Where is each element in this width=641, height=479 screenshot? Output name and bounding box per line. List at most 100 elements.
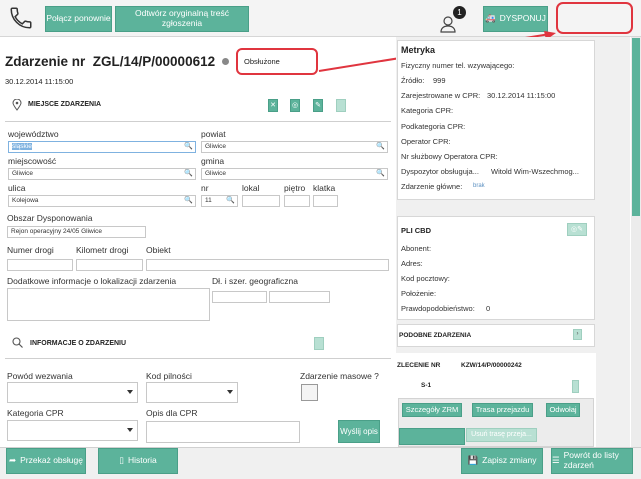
remove-route-button[interactable]: Usuń trasę przeja... — [466, 428, 537, 442]
operator-number-info: Nr służbowy Operatora CPR: — [401, 152, 498, 161]
extra-location-button[interactable] — [336, 99, 346, 112]
back-to-list-button[interactable]: ☰ Powrót do listy zdarzeń — [551, 448, 633, 474]
save-icon: 💾 — [467, 455, 479, 466]
annotation-box — [556, 2, 633, 34]
search-icon: 🔍 — [226, 197, 235, 204]
locate-button[interactable]: ◎ — [290, 99, 300, 112]
number-field[interactable]: 11 🔍 — [201, 195, 238, 207]
county-label: powiat — [201, 129, 226, 139]
status-badge: Obsłużone — [244, 57, 280, 66]
scrollbar-thumb[interactable] — [632, 38, 640, 216]
urgency-select[interactable] — [146, 382, 238, 403]
cpr-operator-info: Operator CPR: — [401, 137, 451, 146]
voivodeship-label: województwo — [8, 129, 59, 139]
road-number-label: Numer drogi — [7, 245, 54, 255]
expand-similar-button[interactable]: › — [573, 329, 582, 340]
pli-locate-button[interactable]: ◎✎ — [567, 223, 587, 236]
cpr-description-field[interactable] — [146, 421, 300, 443]
handover-button[interactable]: ➦ Przekaż obsługę — [6, 448, 86, 474]
staircase-field[interactable] — [313, 195, 338, 207]
divider — [5, 358, 391, 359]
town-value: Gliwice — [12, 170, 33, 177]
cpr-description-label: Opis dla CPR — [146, 408, 198, 418]
street-label: ulica — [8, 183, 26, 193]
chevron-down-icon — [127, 428, 133, 432]
cancel-order-button[interactable]: Odwołaj — [546, 403, 580, 417]
latitude-field[interactable] — [212, 291, 267, 303]
edit-location-button[interactable]: ✎ — [313, 99, 323, 112]
history-label: Historia — [127, 455, 157, 466]
commune-value: Gliwice — [205, 170, 226, 177]
metrics-title: Metryka — [401, 45, 436, 55]
commune-field[interactable]: Gliwice 🔍 — [201, 168, 388, 180]
phone-icon[interactable] — [8, 5, 34, 31]
main-event-link[interactable]: brak — [473, 183, 485, 189]
send-description-button[interactable]: Wyślij opis — [338, 420, 380, 443]
list-icon: ☰ — [552, 455, 560, 466]
back-label: Powrót do listy zdarzeń — [563, 450, 619, 470]
urgency-label: Kod pilności — [146, 371, 192, 381]
route-button[interactable]: Trasa przejazdu — [472, 403, 533, 417]
address-label: Adres: — [401, 259, 423, 268]
order-extra-button[interactable] — [399, 428, 465, 445]
expand-info-button[interactable] — [314, 337, 324, 350]
unit-name: S-1 — [421, 382, 432, 389]
save-label: Zapisz zmiany — [482, 455, 537, 466]
extra-info-field[interactable] — [7, 288, 210, 321]
extra-info-label: Dodatkowe informacje o lokalizacji zdarz… — [7, 276, 177, 286]
clear-location-button[interactable]: ✕ — [268, 99, 278, 112]
mass-event-checkbox[interactable] — [301, 384, 318, 401]
handover-label: Przekaż obsługę — [20, 455, 83, 466]
registered-label: Zarejestrowane w CPR: — [401, 91, 481, 100]
history-icon: ▯ — [119, 455, 124, 466]
subscriber-label: Abonent: — [401, 244, 432, 253]
unit-toggle[interactable] — [572, 380, 579, 393]
reason-select[interactable] — [7, 382, 138, 403]
street-field[interactable]: Kolejowa 🔍 — [8, 195, 196, 207]
position-label: Położenie: — [401, 289, 437, 298]
location-section-title: MIEJSCE ZDARZENIA — [28, 101, 102, 108]
reason-label: Powód wezwania — [7, 371, 73, 381]
search-icon: 🔍 — [376, 143, 385, 150]
cpr-category-info: Kategoria CPR: — [401, 106, 454, 115]
order-number: KZW/14/P/00000242 — [461, 362, 522, 369]
info-section-title: INFORMACJE O ZDARZENIU — [30, 340, 127, 347]
probability-label: Prawdopodobieństwo: — [401, 304, 475, 313]
reconnect-button[interactable]: Połącz ponownie — [45, 6, 112, 32]
dispatch-button[interactable]: 🚑 DYSPONUJ — [483, 6, 548, 32]
kilometer-field[interactable] — [76, 259, 143, 271]
road-number-field[interactable] — [7, 259, 73, 271]
floor-field[interactable] — [284, 195, 310, 207]
notification-badge: 1 — [453, 6, 466, 19]
open-original-button[interactable]: Odtwórz oryginalną treść zgłoszenia — [115, 6, 249, 32]
bottom-toolbar — [0, 447, 641, 479]
longitude-field[interactable] — [269, 291, 330, 303]
history-button[interactable]: ▯ Historia — [98, 448, 178, 474]
voivodeship-field[interactable]: śląskie 🔍 — [8, 141, 196, 153]
county-value: Gliwice — [205, 143, 226, 150]
object-label: Obiekt — [146, 245, 171, 255]
county-field[interactable]: Gliwice 🔍 — [201, 141, 388, 153]
town-field[interactable]: Gliwice 🔍 — [8, 168, 196, 180]
chevron-down-icon — [127, 390, 133, 394]
object-field[interactable] — [146, 259, 389, 271]
search-icon: 🔍 — [376, 170, 385, 177]
number-value: 11 — [205, 197, 212, 204]
cpr-category-label: Kategoria CPR — [7, 408, 64, 418]
order-label: ZLECENIE NR — [397, 362, 441, 369]
area-value: Rejon operacyjny 24/05 Gliwice — [11, 228, 103, 235]
divider — [5, 121, 391, 122]
apartment-field[interactable] — [242, 195, 280, 207]
save-button[interactable]: 💾 Zapisz zmiany — [461, 448, 543, 474]
probability-value: 0 — [486, 304, 491, 313]
cpr-category-select[interactable] — [7, 420, 138, 441]
search-icon — [12, 337, 23, 348]
search-icon: 🔍 — [184, 197, 193, 204]
cpr-subcategory-info: Podkategoria CPR: — [401, 122, 466, 131]
search-icon: 🔍 — [184, 170, 193, 177]
voivodeship-value: śląskie — [12, 143, 32, 150]
area-field[interactable]: Rejon operacyjny 24/05 Gliwice — [7, 226, 146, 238]
ambulance-details-button[interactable]: Szczegóły ZRM — [402, 403, 462, 417]
location-pin-icon — [12, 99, 22, 111]
chevron-down-icon — [227, 390, 233, 394]
